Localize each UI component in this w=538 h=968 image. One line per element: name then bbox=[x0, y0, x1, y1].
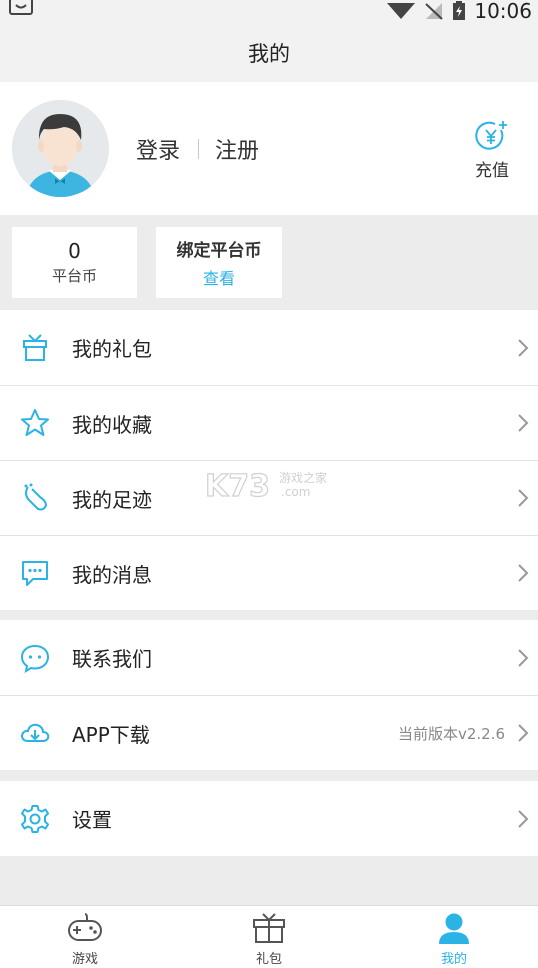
chevron-right-icon bbox=[518, 338, 529, 357]
login-link[interactable]: 登录 bbox=[136, 133, 180, 165]
recharge-label: 充值 bbox=[475, 161, 509, 181]
gift-box-icon bbox=[253, 913, 285, 943]
recharge-button[interactable]: 充值 bbox=[470, 120, 514, 181]
message-icon bbox=[22, 561, 48, 586]
chevron-right-icon bbox=[518, 414, 529, 432]
tab-label: 我的 bbox=[440, 952, 467, 967]
chat-bubble-icon bbox=[20, 644, 50, 673]
app-version-text: 当前版本v2.2.6 bbox=[397, 724, 505, 743]
tab-mine[interactable]: 我的 bbox=[424, 912, 484, 967]
user-icon bbox=[439, 913, 469, 944]
page-title: 我的 bbox=[248, 42, 290, 66]
svg-text:.com: .com bbox=[281, 485, 310, 499]
chevron-right-icon bbox=[518, 648, 529, 667]
battery-charging-icon bbox=[453, 1, 466, 20]
avatar-illustration bbox=[12, 100, 109, 197]
menu-item-label: APP下载 bbox=[72, 722, 150, 747]
svg-text:游戏之家: 游戏之家 bbox=[279, 470, 327, 485]
svg-text:K73: K73 bbox=[205, 469, 270, 502]
menu-item-label: 我的消息 bbox=[72, 562, 152, 587]
bind-coin-card[interactable]: 绑定平台币 查看 bbox=[156, 227, 282, 298]
platform-coin-card[interactable]: 0 平台币 bbox=[12, 227, 137, 298]
chevron-right-icon bbox=[518, 809, 529, 828]
status-time: 10:06 bbox=[474, 0, 532, 23]
menu-item-messages[interactable]: 我的消息 bbox=[0, 535, 538, 610]
menu-item-app-download[interactable]: APP下载 当前版本v2.2.6 bbox=[0, 695, 538, 770]
chevron-right-icon bbox=[518, 724, 529, 742]
tab-label: 礼包 bbox=[255, 952, 282, 967]
tab-games[interactable]: 游戏 bbox=[55, 912, 115, 967]
menu-item-contact[interactable]: 联系我们 bbox=[0, 620, 538, 695]
gear-icon bbox=[21, 804, 49, 833]
status-bar: 10:06 bbox=[0, 0, 538, 24]
platform-coin-label: 平台币 bbox=[51, 267, 97, 285]
profile-section: 登录 注册 充值 bbox=[0, 82, 538, 215]
tab-gifts[interactable]: 礼包 bbox=[239, 912, 299, 967]
menu-group-personal: 我的礼包 我的收藏 我的足迹 我的消息 bbox=[0, 310, 538, 610]
menu-item-label: 我的足迹 bbox=[72, 487, 152, 512]
coins-section: 0 平台币 绑定平台币 查看 bbox=[0, 215, 538, 310]
menu-group-support: 联系我们 APP下载 当前版本v2.2.6 bbox=[0, 620, 538, 770]
chevron-right-icon bbox=[518, 489, 529, 507]
menu-item-label: 我的收藏 bbox=[72, 412, 152, 437]
register-link[interactable]: 注册 bbox=[215, 133, 259, 165]
yen-plus-icon bbox=[475, 121, 507, 150]
no-signal-icon bbox=[425, 3, 444, 20]
menu-item-settings[interactable]: 设置 bbox=[0, 781, 538, 856]
chevron-right-icon bbox=[518, 564, 529, 582]
wifi-icon bbox=[387, 3, 416, 19]
auth-divider bbox=[198, 139, 200, 159]
avatar[interactable] bbox=[12, 100, 109, 197]
menu-item-favorites[interactable]: 我的收藏 bbox=[0, 385, 538, 460]
platform-coin-value: 0 bbox=[68, 239, 81, 263]
bind-coin-label: 绑定平台币 bbox=[176, 241, 262, 261]
gamepad-icon bbox=[68, 913, 102, 941]
bind-coin-view-link[interactable]: 查看 bbox=[203, 265, 235, 289]
notification-icon bbox=[9, 0, 33, 15]
menu-item-label: 我的礼包 bbox=[72, 337, 152, 361]
k73-watermark-logo: K73 游戏之家 .com bbox=[205, 468, 327, 502]
gift-icon bbox=[23, 333, 47, 361]
footprint-icon bbox=[24, 483, 48, 511]
menu-item-label: 联系我们 bbox=[72, 647, 152, 671]
menu-item-label: 设置 bbox=[72, 808, 112, 832]
menu-group-settings: 设置 bbox=[0, 781, 538, 856]
star-icon bbox=[21, 409, 49, 436]
tab-label: 游戏 bbox=[71, 952, 98, 967]
title-bar: 我的 bbox=[0, 24, 538, 82]
bottom-tab-bar: 游戏 礼包 我的 bbox=[0, 905, 538, 968]
menu-item-gifts[interactable]: 我的礼包 bbox=[0, 310, 538, 385]
auth-links: 登录 注册 bbox=[136, 134, 259, 164]
cloud-download-icon bbox=[21, 723, 50, 742]
